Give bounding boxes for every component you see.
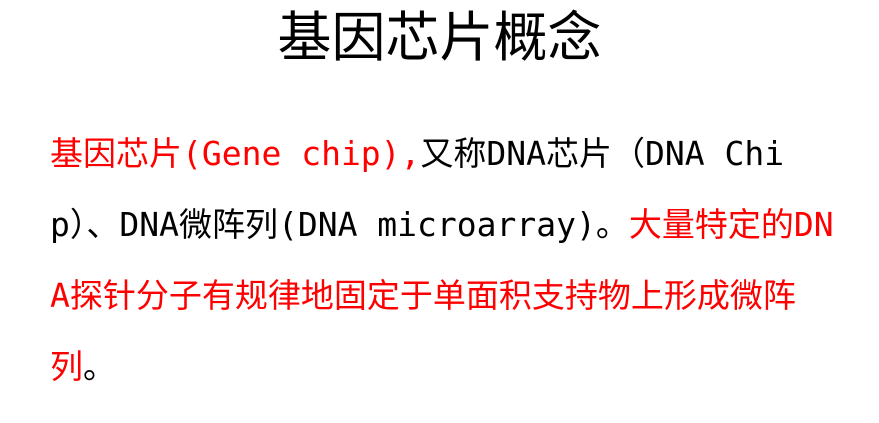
- slide: 基因芯片概念 基因芯片(Gene chip),又称DNA芯片（DNA Chip）…: [0, 0, 879, 423]
- term-name: 基因芯片(Gene chip),: [50, 134, 421, 173]
- end-punctuation: 。: [83, 347, 116, 386]
- slide-title: 基因芯片概念: [277, 6, 602, 69]
- definition-paragraph: 基因芯片(Gene chip),又称DNA芯片（DNA Chip）、DNA微阵列…: [50, 118, 850, 402]
